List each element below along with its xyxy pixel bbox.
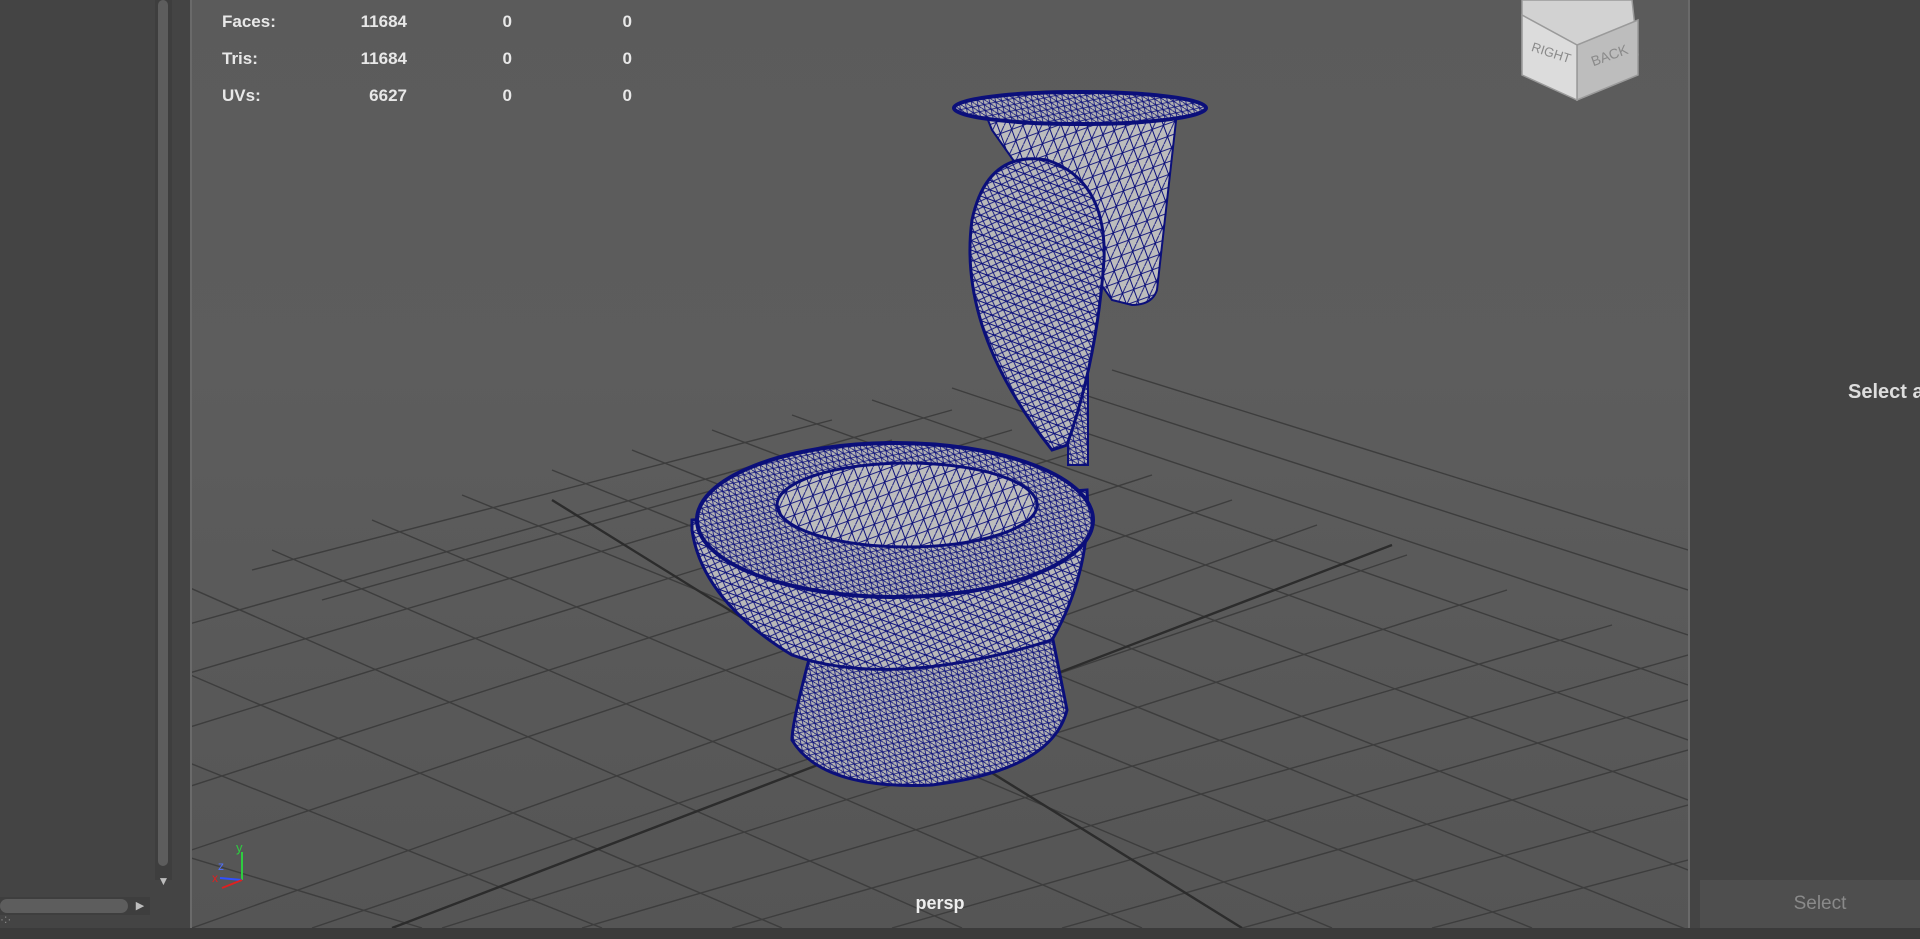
hud-value: 0 — [502, 49, 512, 68]
hud-value: 0 — [622, 86, 632, 105]
axis-z-label: z — [218, 859, 224, 873]
hud-label: Tris: — [222, 49, 258, 68]
left-panel: ▼ ▶ ·:· — [0, 0, 180, 939]
axis-indicator: y z x — [212, 840, 243, 889]
3d-viewport[interactable]: RIGHT BACK y z x Faces: 11684 0 0 Tris: … — [190, 0, 1690, 930]
hud-value: 0 — [622, 12, 632, 31]
hud-label: UVs: — [222, 86, 261, 105]
axis-x-label: x — [212, 871, 218, 885]
hud-label: Faces: — [222, 12, 276, 31]
hud-value: 0 — [502, 86, 512, 105]
hud-value: 6627 — [369, 86, 407, 105]
hud-value: 0 — [622, 49, 632, 68]
right-attribute-panel: Select a Select — [1690, 0, 1920, 939]
hud-value: 11684 — [360, 12, 407, 31]
scroll-right-arrow-icon[interactable]: ▶ — [132, 897, 148, 915]
hud-value: 11684 — [360, 49, 407, 68]
axis-y-label: y — [236, 840, 243, 855]
scroll-down-arrow-icon[interactable]: ▼ — [155, 874, 172, 888]
viewport-scene: RIGHT BACK y z x — [192, 0, 1688, 928]
camera-name-label: persp — [915, 893, 965, 913]
bottom-status-bar — [0, 928, 1920, 939]
selection-hint-text: Select a — [1848, 381, 1920, 403]
hud-value: 0 — [502, 12, 512, 31]
toilet-mesh[interactable] — [690, 90, 1208, 787]
resize-grip-icon[interactable]: ·:· — [0, 912, 11, 926]
toilet-seat-opening — [775, 461, 1039, 549]
view-cube[interactable]: RIGHT BACK — [1521, 0, 1639, 102]
left-scrollbar-thumb[interactable] — [158, 0, 168, 866]
left-horizontal-scrollbar-thumb[interactable] — [0, 899, 128, 913]
select-button[interactable]: Select — [1700, 880, 1920, 928]
toilet-tank-lid — [952, 90, 1208, 126]
